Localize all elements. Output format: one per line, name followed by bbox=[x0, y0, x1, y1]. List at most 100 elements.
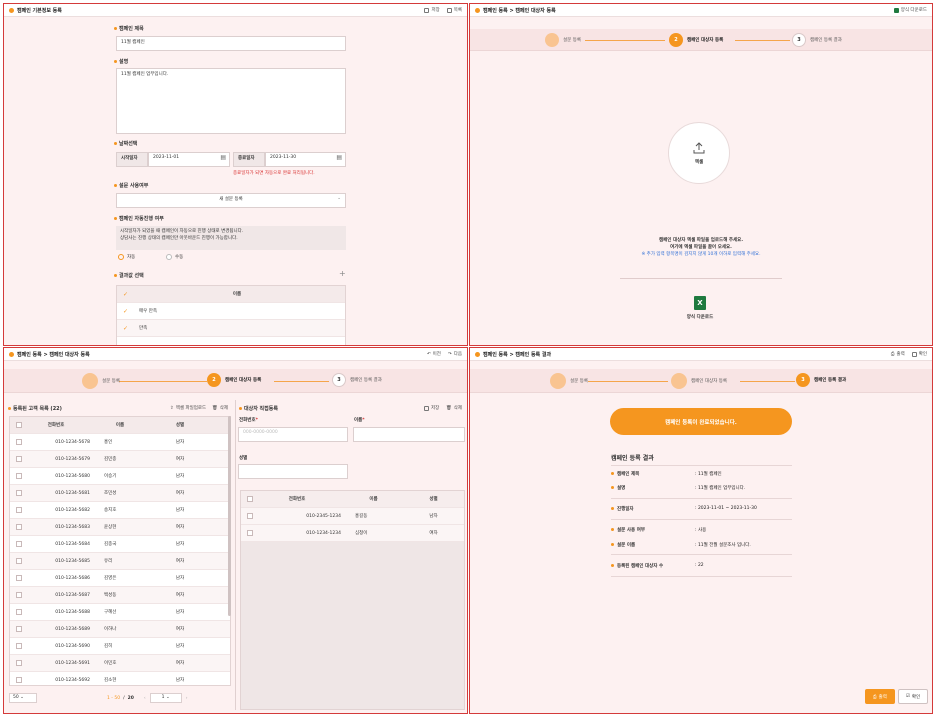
upload-instructions: 캠페인 대상자 엑셀 파일을 업로드해 주세요. 여기에 엑셀 파일을 끌어 오… bbox=[641, 238, 761, 257]
survey-select[interactable]: 새 설문 등록 ⌄ bbox=[116, 193, 346, 208]
name-cell: 송지호 bbox=[104, 508, 117, 513]
auto-radio[interactable]: 자동 bbox=[118, 254, 135, 260]
add-icon[interactable]: + bbox=[339, 269, 346, 278]
delete-button[interactable]: 🗑 삭제 bbox=[212, 405, 228, 412]
table-row[interactable]: 010-1234-1234 심청이 여자 bbox=[241, 525, 464, 542]
next-page-icon[interactable]: › bbox=[186, 696, 188, 701]
phone-cell: 010-1234-5689 bbox=[55, 626, 90, 632]
scrollbar[interactable] bbox=[228, 416, 231, 616]
table-row[interactable]: 010-1234-5683 윤상현 여자 bbox=[10, 519, 230, 536]
panel-campaign-basic-info: 캠페인 기본정보 등록 저장 목록 캠페인 제목 11월 캠페인 설명 11월 … bbox=[3, 3, 468, 346]
upload-icon bbox=[693, 142, 705, 154]
step-line bbox=[740, 381, 795, 382]
gender-cell: 남자 bbox=[175, 576, 185, 581]
table-row[interactable]: 010-1234-5691 이민호 여자 bbox=[10, 655, 230, 672]
campaign-name-input[interactable]: 11월 캠페인 bbox=[116, 36, 346, 51]
phone-input[interactable]: 000-0000-0000 bbox=[238, 427, 348, 442]
step-3: 3 캠페인 등록 결과 bbox=[792, 33, 842, 47]
gender-cell: 여자 bbox=[175, 661, 185, 666]
save-icon bbox=[424, 405, 429, 411]
table-row[interactable]: 010-1234-5686 김영은 남자 bbox=[10, 570, 230, 587]
upload-icon: ⇪ bbox=[170, 405, 174, 411]
name-cell: 김종국 bbox=[104, 542, 117, 547]
template-download-button[interactable]: 양식 다운로드 bbox=[893, 7, 927, 13]
divider bbox=[235, 400, 236, 710]
confirm-button[interactable]: 확인 bbox=[911, 351, 927, 357]
result-label: 설문 사용 여부 bbox=[611, 527, 645, 533]
step-circle: 3 bbox=[332, 373, 346, 387]
delete-button[interactable]: 🗑 삭제 bbox=[446, 405, 462, 412]
header-dot-icon bbox=[9, 351, 14, 357]
name-cell: 이민호 bbox=[104, 661, 117, 666]
table-row[interactable]: 010-1234-5678 홍인 남자 bbox=[10, 434, 230, 451]
next-button[interactable]: ↷ 다음 bbox=[447, 351, 462, 358]
page-select[interactable]: 1 ⌄ bbox=[149, 693, 182, 703]
step-2: 2 캠페인 대상자 등록 bbox=[669, 33, 723, 47]
table-row[interactable]: 010-1234-5681 조민성 여자 bbox=[10, 485, 230, 502]
confirm-button[interactable]: ☑ 확인 bbox=[898, 689, 928, 704]
excel-upload-button[interactable]: 엑셀 bbox=[668, 122, 730, 184]
step-circle bbox=[550, 373, 566, 389]
gender-input[interactable] bbox=[238, 464, 348, 479]
table-row[interactable]: 010-1234-5688 구혜선 남자 bbox=[10, 604, 230, 621]
excel-upload-button[interactable]: ⇪ 엑셀 파일업로드 bbox=[170, 405, 206, 412]
description-textarea[interactable]: 11월 캠페인 업무입니다. bbox=[116, 68, 346, 134]
table-row[interactable]: ✓ 만족 bbox=[117, 320, 345, 337]
header-dot-icon bbox=[475, 351, 480, 357]
table-row[interactable]: ✓ 매우 만족 bbox=[117, 303, 345, 320]
step-1: 설문 등록 bbox=[82, 373, 120, 389]
check-icon[interactable]: ✓ bbox=[123, 308, 129, 315]
manual-radio[interactable]: 수동 bbox=[166, 254, 183, 260]
direct-table: 전화번호 이름 성별 010-2345-1234 홍길동 남자 010-1234-1234… bbox=[240, 490, 465, 710]
print-button[interactable]: ⎙ 출력 bbox=[865, 689, 895, 704]
print-button[interactable]: ⎙ 출력 bbox=[891, 351, 905, 357]
list-button[interactable]: 목록 bbox=[446, 7, 462, 13]
table-row[interactable]: 010-1234-5692 김소현 남자 bbox=[10, 672, 230, 685]
result-title: 캠페인 등록 결과 bbox=[611, 455, 654, 462]
end-date-input[interactable]: 2023-11-30 ▤ bbox=[265, 152, 346, 167]
name-cell: 유리 bbox=[104, 559, 113, 564]
table-row[interactable]: 010-1234-5679 김민종 여자 bbox=[10, 451, 230, 468]
table-row[interactable]: 010-1234-5682 송지호 남자 bbox=[10, 502, 230, 519]
trash-icon: 🗑 bbox=[212, 405, 218, 411]
stepper: 설문 등록 캠페인 대상자 등록 3 캠페인 등록 결과 bbox=[470, 369, 932, 393]
page-size-select[interactable]: 50 ⌄ bbox=[9, 693, 37, 703]
redo-icon: ↷ bbox=[447, 351, 452, 357]
phone-cell: 010-1234-5688 bbox=[55, 609, 90, 615]
table-row[interactable]: 010-1234-5689 이하나 여자 bbox=[10, 621, 230, 638]
table-row[interactable]: 010-1234-5690 김히 남자 bbox=[10, 638, 230, 655]
gender-cell: 남자 bbox=[175, 474, 185, 479]
phone-cell: 010-1234-5681 bbox=[55, 490, 90, 496]
panel-title: 캠페인 기본정보 등록 bbox=[17, 7, 62, 14]
start-date-input[interactable]: 2023-11-01 ▤ bbox=[148, 152, 230, 167]
prev-page-icon[interactable]: ‹ bbox=[144, 696, 146, 701]
excel-icon bbox=[893, 7, 899, 13]
phone-cell: 010-1234-5685 bbox=[55, 558, 90, 564]
panel-title: 캠페인 등록 > 캠페인 대상자 등록 bbox=[483, 7, 556, 14]
table-row[interactable]: 010-1234-5680 이승기 남자 bbox=[10, 468, 230, 485]
table-row[interactable]: 010-2345-1234 홍길동 남자 bbox=[241, 508, 464, 525]
calendar-icon[interactable]: ▤ bbox=[220, 154, 226, 161]
save-button[interactable]: 저장 bbox=[424, 405, 439, 411]
check-icon[interactable]: ✓ bbox=[123, 325, 129, 332]
template-download-link[interactable]: X 양식 다운로드 bbox=[680, 296, 720, 320]
table-row[interactable]: 010-1234-5685 유리 여자 bbox=[10, 553, 230, 570]
stepper: 설문 등록 2 캠페인 대상자 등록 3 캠페인 등록 결과 bbox=[470, 29, 932, 51]
prev-button[interactable]: ↶ 이전 bbox=[427, 351, 441, 358]
phone-cell: 010-1234-1234 bbox=[306, 530, 341, 536]
calendar-icon[interactable]: ▤ bbox=[336, 154, 342, 161]
table-row[interactable]: 010-1234-5684 김종국 남자 bbox=[10, 536, 230, 553]
name-cell: 김히 bbox=[104, 644, 113, 649]
customer-rows: 010-1234-5678 홍인 남자 010-1234-5679 김민종 여자 010-1… bbox=[10, 434, 230, 685]
divider bbox=[611, 498, 792, 499]
gender-cell: 남자 bbox=[175, 644, 185, 649]
save-button[interactable]: 저장 bbox=[424, 7, 440, 13]
result-label: 설문 이름 bbox=[611, 542, 635, 548]
gender-cell: 남자 bbox=[175, 610, 185, 615]
phone-cell: 010-1234-5692 bbox=[55, 677, 90, 683]
step-circle bbox=[545, 33, 559, 47]
name-input[interactable] bbox=[353, 427, 465, 442]
step-line bbox=[588, 381, 668, 382]
name-cell: 구혜선 bbox=[104, 610, 117, 615]
table-row[interactable]: 010-1234-5687 백성동 여자 bbox=[10, 587, 230, 604]
